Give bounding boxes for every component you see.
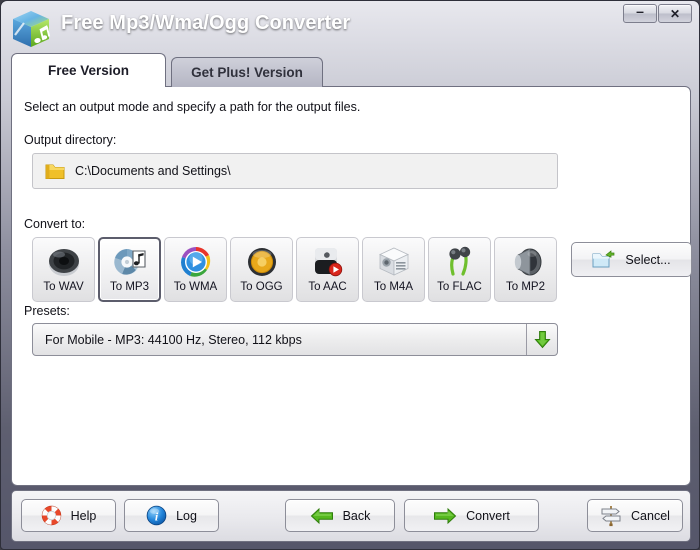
close-button[interactable]: ✕ xyxy=(658,4,692,23)
format-button-to-flac[interactable]: To FLAC xyxy=(428,237,491,302)
format-button-group: To WAV To MP3 To WMA To OGG To AAC To M4… xyxy=(32,237,557,302)
format-button-to-wma[interactable]: To WMA xyxy=(164,237,227,302)
output-directory-path: C:\Documents and Settings\ xyxy=(75,164,231,178)
instruction-text: Select an output mode and specify a path… xyxy=(24,100,361,114)
convert-button[interactable]: Convert xyxy=(404,499,539,532)
format-label-to-flac: To FLAC xyxy=(437,281,482,293)
help-label: Help xyxy=(70,508,97,523)
output-directory-label: Output directory: xyxy=(24,133,117,147)
format-button-to-aac[interactable]: To AAC xyxy=(296,237,359,302)
tab-free-version-label: Free Version xyxy=(47,63,130,78)
green-left-arrow-icon xyxy=(310,506,334,526)
format-button-to-wav[interactable]: To WAV xyxy=(32,237,95,302)
format-label-to-aac: To AAC xyxy=(308,281,347,293)
minimize-button[interactable]: – xyxy=(623,4,657,23)
cd-note-icon xyxy=(112,244,148,280)
info-icon: i xyxy=(146,505,167,526)
presets-value: For Mobile - MP3: 44100 Hz, Stereo, 112 … xyxy=(45,332,302,347)
lifebuoy-icon xyxy=(41,505,62,526)
format-button-to-ogg[interactable]: To OGG xyxy=(230,237,293,302)
signpost-icon xyxy=(600,505,622,527)
format-label-to-ogg: To OGG xyxy=(240,281,283,293)
content-panel: Select an output mode and specify a path… xyxy=(11,86,692,486)
select-directory-label: Select... xyxy=(625,252,671,267)
application-window: Free Mp3/Wma/Ogg Converter – ✕ Free Vers… xyxy=(0,0,700,550)
green-right-arrow-icon xyxy=(433,506,457,526)
back-label: Back xyxy=(342,508,371,523)
back-button[interactable]: Back xyxy=(285,499,395,532)
cancel-button[interactable]: Cancel xyxy=(587,499,683,532)
presets-label: Presets: xyxy=(24,304,70,318)
speaker-dark-icon xyxy=(46,244,82,280)
apple-play-icon xyxy=(310,244,346,280)
format-label-to-wav: To WAV xyxy=(43,281,84,293)
speaker-cone-icon xyxy=(508,244,544,280)
format-button-to-mp3[interactable]: To MP3 xyxy=(98,237,161,302)
music-cube-icon xyxy=(10,8,52,50)
cancel-label: Cancel xyxy=(631,508,670,523)
window-controls: – ✕ xyxy=(623,4,692,23)
output-directory-field[interactable]: C:\Documents and Settings\ xyxy=(32,153,558,189)
help-button[interactable]: Help xyxy=(21,499,116,532)
format-label-to-mp3: To MP3 xyxy=(110,281,149,293)
format-label-to-m4a: To M4A xyxy=(374,281,413,293)
cube-box-icon xyxy=(376,244,412,280)
format-button-to-mp2[interactable]: To MP2 xyxy=(494,237,557,302)
tab-get-plus-version-label: Get Plus! Version xyxy=(191,65,303,80)
speaker-gold-icon xyxy=(244,244,280,280)
presets-dropdown-button[interactable] xyxy=(526,324,557,355)
color-wheel-play-icon xyxy=(178,244,214,280)
format-button-to-m4a[interactable]: To M4A xyxy=(362,237,425,302)
earbuds-icon xyxy=(442,244,478,280)
convert-to-label: Convert to: xyxy=(24,217,86,231)
select-directory-button[interactable]: Select... xyxy=(571,242,692,277)
folder-icon xyxy=(45,163,65,180)
log-button[interactable]: i Log xyxy=(124,499,219,532)
tab-get-plus-version[interactable]: Get Plus! Version xyxy=(171,57,323,87)
title-bar: Free Mp3/Wma/Ogg Converter – ✕ xyxy=(1,1,699,50)
convert-label: Convert xyxy=(466,508,510,523)
format-label-to-wma: To WMA xyxy=(173,281,218,293)
tab-free-version[interactable]: Free Version xyxy=(11,53,166,87)
footer-bar: Help i Log Back Convert Cancel xyxy=(11,490,691,542)
tab-bar: Free Version Get Plus! Version xyxy=(11,53,691,87)
folder-select-icon xyxy=(592,249,615,270)
format-label-to-mp2: To MP2 xyxy=(506,281,545,293)
green-down-arrow-icon xyxy=(533,330,551,349)
presets-combobox[interactable]: For Mobile - MP3: 44100 Hz, Stereo, 112 … xyxy=(32,323,558,356)
log-label: Log xyxy=(176,508,197,523)
window-title: Free Mp3/Wma/Ogg Converter xyxy=(61,12,351,34)
